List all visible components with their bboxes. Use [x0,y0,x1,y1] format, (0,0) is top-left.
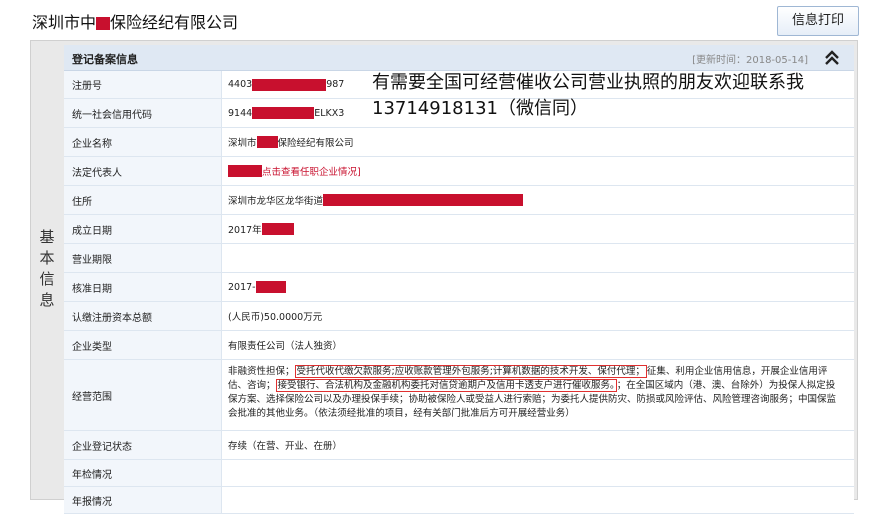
field-label: 核准日期 [64,273,222,301]
address: 深圳市龙华区龙华街道 [222,186,854,214]
reg-no-suffix: 987 [326,79,345,90]
update-time: [更新时间：2018-05-14] [692,55,808,66]
business-term [222,244,854,272]
scope-text: 非融资性担保； [228,366,295,377]
name-suffix: 保险经纪有限公司 [277,138,354,149]
redaction-mark [261,223,294,235]
field-label: 营业期限 [64,244,222,272]
highlighted-scope: 接受银行、合法机构及金融机构委托对信贷逾期户及信用卡透支户进行催收服务。 [275,379,617,392]
credit-code-suffix: ELKX3 [314,107,345,119]
table-row: 核准日期 2017- [64,273,854,302]
company-title-prefix: 深圳市中 [32,13,97,32]
field-label: 注册号 [64,71,222,98]
redaction-mark [96,17,111,30]
company-name: 深圳市 保险经纪有限公司 [222,128,854,156]
table-row: 认缴注册资本总额 (人民币)50.0000万元 [64,302,854,331]
company-type: 有限责任公司（法人独资） [228,341,343,352]
field-label: 企业类型 [64,331,222,359]
registered-capital: (人民币)50.0000万元 [228,312,323,323]
field-label: 成立日期 [64,215,222,243]
redaction-mark [255,281,286,293]
table-row: 年检情况 [64,460,854,487]
field-label: 认缴注册资本总额 [64,302,222,330]
annual-check [222,460,854,486]
reg-no-prefix: 4403 [228,79,253,90]
company-title: 深圳市中 保险经纪有限公司 [32,9,238,33]
table-row: 企业类型 有限责任公司（法人独资） [64,331,854,360]
redaction-mark [252,107,315,119]
redaction-mark [256,136,278,148]
field-label: 企业名称 [64,128,222,156]
approval-date: 2017- [222,273,854,301]
name-prefix: 深圳市 [228,138,257,149]
address-prefix: 深圳市龙华区龙华街道 [228,196,324,207]
field-label: 法定代表人 [64,157,222,185]
side-tab-label: 基本信息 [37,229,56,313]
table-row: 住所 深圳市龙华区龙华街道 [64,186,854,215]
section-header: 登记备案信息 [更新时间：2018-05-14] [64,45,854,71]
established-prefix: 2017年 [228,225,262,236]
field-label: 经营范围 [64,360,222,430]
field-label: 企业登记状态 [64,431,222,459]
established-date: 2017年 [222,215,854,243]
business-scope: 非融资性担保； 受托代收代缴欠款服务;应收账款管理外包服务;计算机数据的技术开发、… [222,360,854,430]
field-label: 住所 [64,186,222,214]
redaction-mark [228,165,262,177]
field-label: 统一社会信用代码 [64,99,222,127]
redaction-mark [252,78,327,91]
highlighted-scope: 受托代收代缴欠款服务;应收账款管理外包服务;计算机数据的技术开发、保付代理； [294,365,647,378]
table-row: 年报情况 [64,487,854,514]
field-label: 年检情况 [64,460,222,486]
company-title-suffix: 保险经纪有限公司 [110,13,239,32]
view-positions-link[interactable]: 点击查看任职企业情况] [262,164,361,178]
redaction-mark [323,194,524,206]
table-row: 企业名称 深圳市 保险经纪有限公司 [64,128,854,157]
overlay-line-1: 有需要全国可经营催收公司营业执照的朋友欢迎联系我 [372,72,804,93]
credit-code-prefix: 9144 [228,107,253,119]
table-row: 营业期限 [64,244,854,273]
registration-status: 存续（在营、开业、在册） [228,441,343,452]
basic-info-side-tab[interactable]: 基本信息 [31,41,63,501]
overlay-line-2: 13714918131（微信同） [372,98,588,119]
table-row: 成立日期 2017年 [64,215,854,244]
table-row: 企业登记状态 存续（在营、开业、在册） [64,431,854,460]
table-row: 经营范围 非融资性担保； 受托代收代缴欠款服务;应收账款管理外包服务;计算机数据的… [64,360,854,431]
annual-report [222,487,854,513]
approved-prefix: 2017- [228,281,256,293]
legal-representative: 点击查看任职企业情况] [222,157,854,185]
overlay-contact-text: 有需要全国可经营催收公司营业执照的朋友欢迎联系我 13714918131（微信同… [372,70,804,122]
table-row: 法定代表人 点击查看任职企业情况] [64,157,854,186]
section-title: 登记备案信息 [72,53,138,66]
print-info-button[interactable]: 信息打印 [777,6,859,36]
double-chevron-up-icon[interactable] [822,48,842,68]
field-label: 年报情况 [64,487,222,513]
info-table: 注册号 4403 987 统一社会信用代码 9144 ELKX3 企业名称 深圳… [64,71,854,514]
